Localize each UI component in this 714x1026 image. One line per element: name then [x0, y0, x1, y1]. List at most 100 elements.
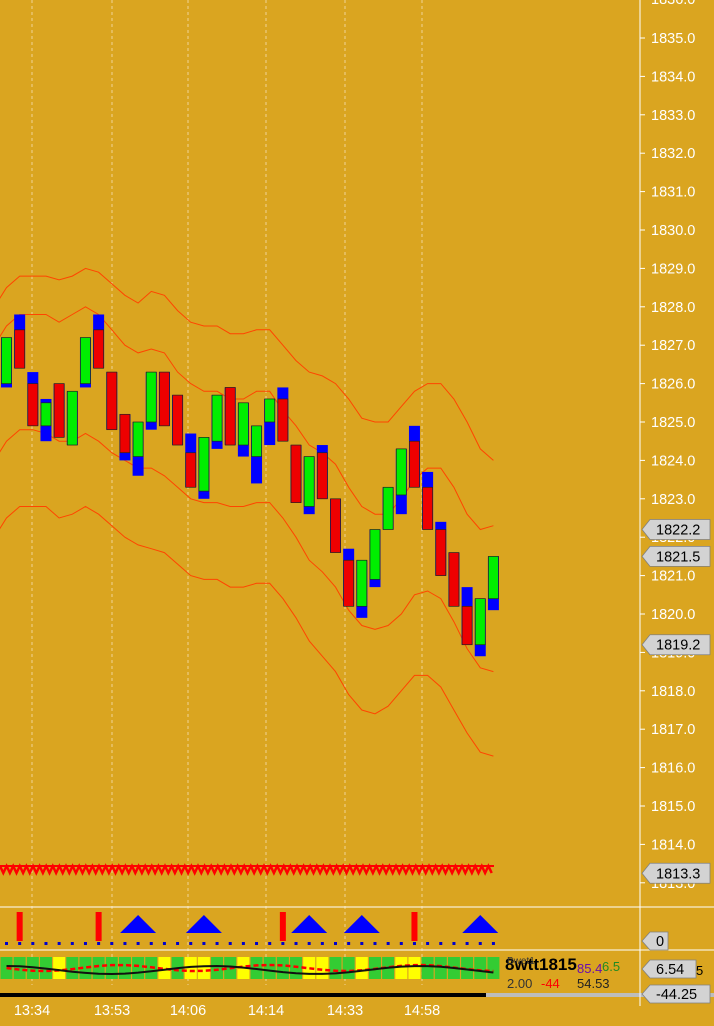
signal-dot: [491, 942, 495, 945]
signal-dot: [18, 942, 22, 945]
candle-body: [119, 413, 131, 454]
signal-dot: [386, 942, 390, 945]
candle-body: [435, 529, 447, 576]
state-cell: [211, 957, 224, 979]
signal-dot: [31, 942, 35, 945]
price-tick-label: 1816.0: [651, 761, 695, 777]
indicator-tag-shape: [641, 931, 669, 951]
signal-dot: [478, 942, 482, 945]
price-axis: 1835.0 1834.0 1833.0 1832.0 1831.0 1830.0 1829…: [640, 0, 695, 892]
state-cell: [53, 957, 66, 979]
price-tick-label: 1818.0: [651, 684, 695, 700]
signal-dot: [320, 942, 324, 945]
price-tick-label: 1833.0: [651, 108, 695, 124]
price-tick-label: 1827.0: [651, 338, 695, 354]
candle-body: [224, 387, 236, 446]
state-cell: [105, 957, 118, 979]
candle-body: [409, 440, 420, 488]
candle-body: [211, 394, 223, 442]
state-cell: [487, 957, 500, 979]
price-tag: 1822.2: [641, 519, 711, 540]
candle-body: [185, 452, 197, 488]
candle-body: [251, 425, 262, 457]
candle-body: [448, 552, 460, 607]
signal-blue-triangle: [120, 915, 157, 933]
price-tick-label: 1835.0: [651, 31, 695, 47]
candle-body: [474, 598, 486, 646]
price-tick-label: 1823.0: [651, 492, 695, 508]
state-cell: [474, 957, 487, 979]
signal-dot: [5, 942, 8, 945]
time-gridlines: [31, 0, 423, 985]
price-tick-label: 1828.0: [651, 300, 695, 316]
signal-dot: [83, 942, 87, 945]
bollinger-bands: [0, 267, 494, 757]
candle-body: [93, 329, 104, 369]
price-tag-label: 1822.2: [656, 523, 700, 539]
signal-dot: [294, 942, 298, 945]
price-tag: 1819.2: [641, 634, 711, 656]
signal-dot: [149, 942, 153, 945]
candle-body: [422, 486, 433, 530]
signal-red-bar: [411, 912, 418, 941]
signal-dot: [373, 942, 377, 945]
candle-body: [145, 371, 157, 423]
signal-dot: [215, 942, 219, 945]
price-tick-label: 1817.0: [651, 722, 695, 738]
chart-svg: 1835.0 1834.0 1833.0 1832.0 1831.0 1830.0 1829…: [0, 0, 714, 1019]
state-cell: [395, 957, 408, 979]
candle-body: [290, 444, 302, 503]
bottom-black-bar: [0, 993, 486, 997]
signal-dot: [241, 942, 245, 945]
overlay-text: -44: [541, 976, 560, 991]
signal-dot: [110, 942, 114, 945]
signal-dot: [189, 942, 193, 945]
price-tick-label: 1825.0: [651, 415, 695, 431]
overlay-text: 85.4: [577, 961, 602, 976]
zigzag-line: [0, 863, 493, 876]
price-tick-label: 1830.0: [651, 223, 695, 239]
candle-body: [461, 605, 473, 646]
time-label: 14:33: [327, 1003, 363, 1019]
band-lower2: [0, 505, 494, 757]
time-axis: 13:34 13:53 14:06 14:14 14:33 14:58: [14, 1003, 440, 1019]
overlay-text: 54.53: [577, 976, 610, 991]
time-label: 14:06: [170, 1003, 206, 1019]
signal-dot: [360, 942, 364, 945]
indicator-tag-label: 6.54: [656, 962, 684, 978]
price-tick-label: 1815.0: [651, 799, 695, 815]
time-label: 14:14: [248, 1003, 284, 1019]
price-tick-label: 1831.0: [651, 185, 695, 201]
state-cell: [92, 957, 105, 979]
candle-body: [1, 337, 12, 384]
signal-blue-triangle: [185, 915, 222, 933]
signal-red-bar: [279, 912, 286, 941]
state-cell: [316, 957, 329, 979]
price-tick-label: 1832.0: [651, 146, 695, 162]
candle-body: [80, 337, 91, 384]
overlay-text: 6.5: [602, 959, 620, 974]
candle-body: [303, 456, 315, 507]
candle-body: [172, 394, 183, 446]
signal-dot: [452, 942, 456, 945]
state-cell: [263, 957, 276, 979]
candle-body: [106, 371, 118, 431]
signal-blue-triangle: [291, 915, 328, 933]
signal-dot: [97, 942, 101, 945]
signal-dot: [176, 942, 180, 945]
signal-dot: [334, 942, 337, 945]
price-tag-label: 1819.2: [656, 638, 700, 654]
signal-dot: [347, 942, 351, 945]
price-tick-label: 1829.0: [651, 261, 695, 277]
candle-body: [264, 398, 276, 423]
time-label: 13:53: [94, 1003, 130, 1019]
candle-body: [356, 559, 368, 607]
state-cell: [342, 957, 355, 979]
overlay-text: 2.00: [507, 976, 532, 991]
signal-blue-triangle: [343, 915, 380, 933]
candle-body: [369, 529, 381, 580]
indicator-tag-label: -44.25: [656, 987, 697, 1003]
indicator-panels: 8wtt1815Bwet1 85.4 6.5-442.00 54.5306.54-44…: [0, 906, 714, 1004]
signal-blue-triangle: [462, 915, 499, 933]
signal-dot: [162, 942, 166, 945]
